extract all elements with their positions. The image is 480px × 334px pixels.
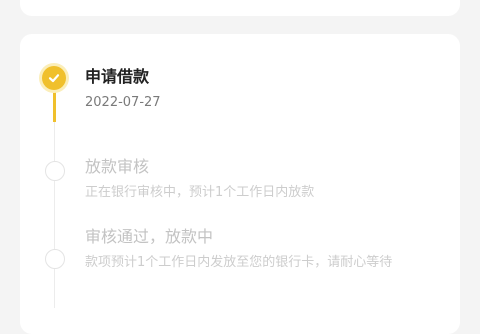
step-done-marker [42,66,66,90]
step-title: 申请借款 [85,67,150,86]
step-pending-marker [45,161,65,181]
step-title: 审核通过，放款中 [85,227,214,246]
step-description: 款项预计1个工作日内发放至您的银行卡，请耐心等待 [85,255,393,270]
timeline-connector-active [53,90,56,122]
step-date: 2022-07-27 [85,95,161,110]
check-icon [48,74,60,83]
top-card [20,0,460,16]
timeline-connector [54,180,55,250]
step-description: 正在银行审核中，预计1个工作日内放款 [85,185,315,200]
step-title: 放款审核 [85,157,150,176]
step-pending-marker [45,249,65,269]
timeline-connector [54,268,55,308]
